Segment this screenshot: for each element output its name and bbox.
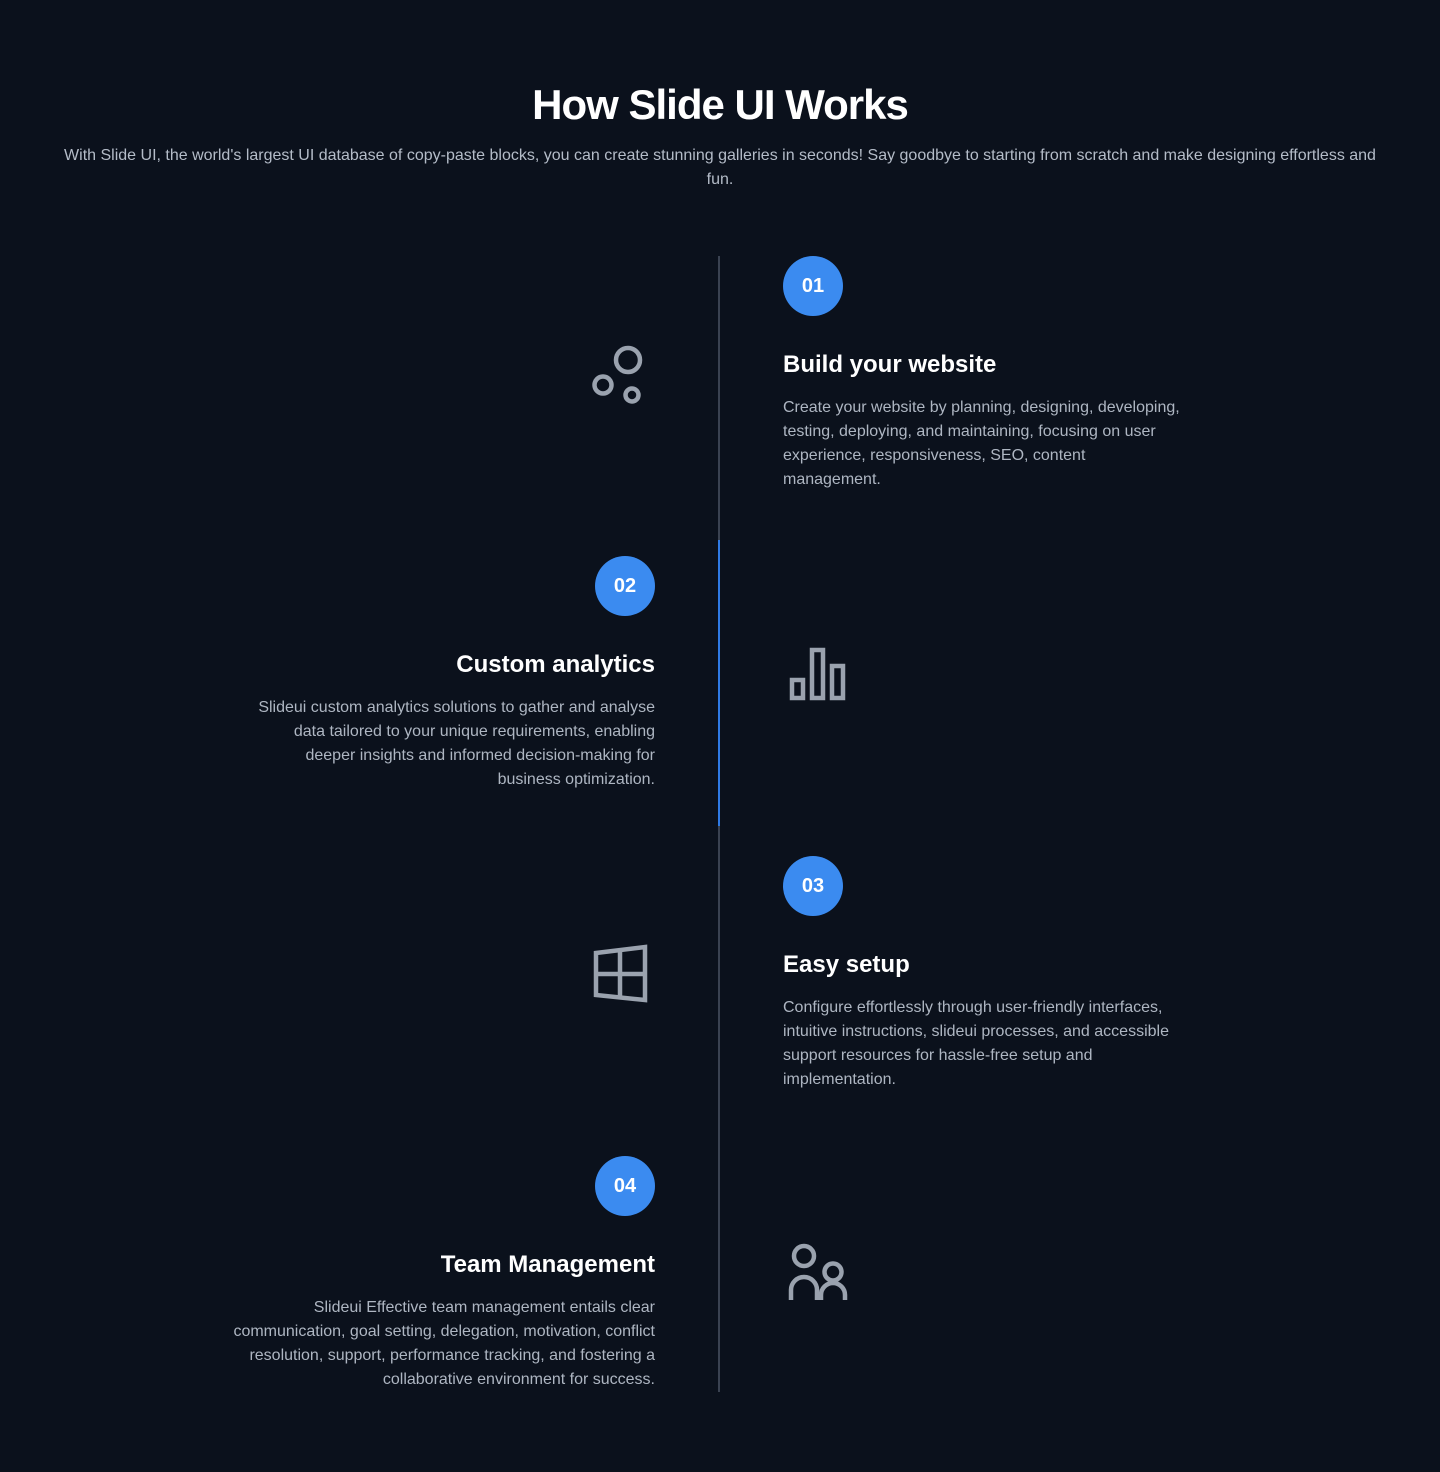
step-number-badge: 01 xyxy=(783,256,843,316)
step-description: Slideui custom analytics solutions to ga… xyxy=(258,699,655,788)
bubbles-icon xyxy=(586,342,650,406)
step-description: Slideui Effective team management entail… xyxy=(233,1299,655,1388)
step-number-badge: 02 xyxy=(595,556,655,616)
timeline-progress xyxy=(718,540,720,826)
step-number-badge: 03 xyxy=(783,856,843,916)
step-number-badge: 04 xyxy=(595,1156,655,1216)
windows-icon xyxy=(588,942,652,1006)
step-title: Build your website xyxy=(783,351,997,378)
section-subtitle: With Slide UI, the world's largest UI da… xyxy=(64,147,1376,188)
step-description: Configure effortlessly through user-frie… xyxy=(783,999,1169,1088)
team-icon xyxy=(786,1240,850,1304)
step-title: Custom analytics xyxy=(456,651,655,678)
step-description: Create your website by planning, designi… xyxy=(783,399,1180,488)
section-title: How Slide UI Works xyxy=(532,81,909,128)
bar-chart-icon xyxy=(786,642,850,706)
step-title: Easy setup xyxy=(783,951,910,978)
step-title: Team Management xyxy=(440,1251,655,1278)
